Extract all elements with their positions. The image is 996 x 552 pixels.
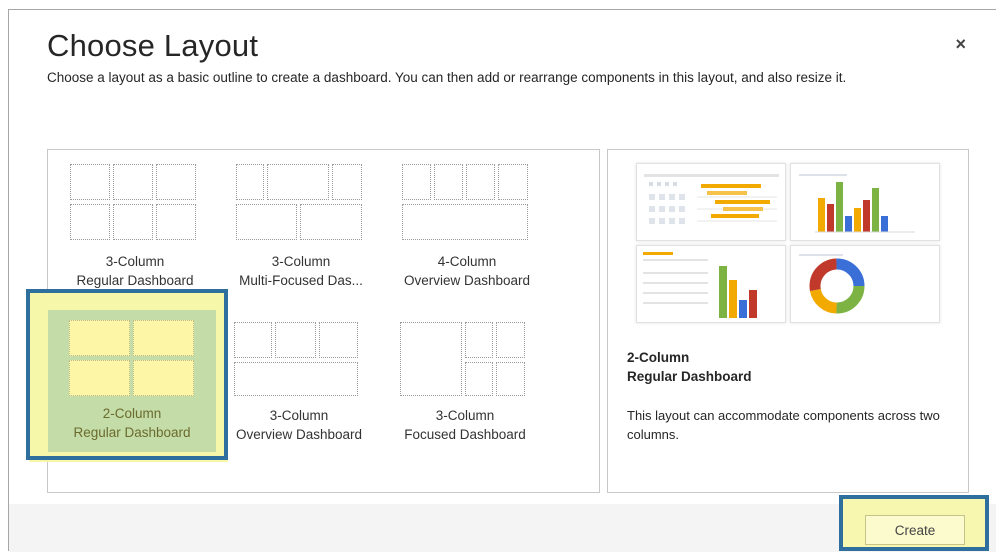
layout-thumbnail xyxy=(236,164,364,244)
choose-layout-dialog: Choose Layout × Choose a layout as a bas… xyxy=(8,9,996,552)
preview-card-bar-chart xyxy=(790,163,940,241)
layout-label: 4-Column Overview Dashboard xyxy=(403,254,531,288)
layout-label: 2-Column Regular Dashboard xyxy=(73,406,191,440)
create-button-highlight: Create xyxy=(839,495,989,551)
dialog-subtitle: Choose a layout as a basic outline to cr… xyxy=(47,70,847,85)
layout-thumbnail xyxy=(400,322,528,402)
close-icon[interactable]: × xyxy=(955,34,966,55)
preview-list-chart-graphic xyxy=(643,252,757,318)
create-button[interactable]: Create xyxy=(865,515,965,545)
layout-label: 3-Column Focused Dashboard xyxy=(404,408,526,442)
layout-tile-3col-regular[interactable]: 3-Column Regular Dashboard xyxy=(50,158,220,298)
layout-tile-2col-regular[interactable]: 2-Column Regular Dashboard xyxy=(48,310,216,452)
preview-donut-graphic xyxy=(799,254,865,314)
preview-bar-chart-graphic xyxy=(799,174,915,233)
layout-label: 3-Column Multi-Focused Das... xyxy=(239,254,363,288)
layout-gallery: 3-Column Regular Dashboard 3-Column Mult… xyxy=(29,149,600,493)
layout-tile-4col-overview[interactable]: 4-Column Overview Dashboard xyxy=(382,158,552,298)
layout-label: 3-Column Overview Dashboard xyxy=(235,408,363,442)
layout-thumbnail xyxy=(402,164,530,244)
preview-card-donut xyxy=(790,245,940,323)
preview-table-graphic xyxy=(644,174,779,224)
layout-tile-3col-overview[interactable]: 3-Column Overview Dashboard xyxy=(214,316,384,456)
layout-tile-3col-multi-focused[interactable]: 3-Column Multi-Focused Das... xyxy=(216,158,386,298)
preview-layout-description: This layout can accommodate components a… xyxy=(627,408,940,442)
layout-tile-3col-focused[interactable]: 3-Column Focused Dashboard xyxy=(380,316,550,456)
layout-preview-panel: 2-Column Regular Dashboard This layout c… xyxy=(607,149,969,493)
preview-layout-name: 2-Column Regular Dashboard xyxy=(627,350,752,384)
dialog-title: Choose Layout xyxy=(47,28,259,63)
layout-thumbnail xyxy=(234,322,362,402)
layout-label: 3-Column Regular Dashboard xyxy=(76,254,194,288)
preview-card-table xyxy=(636,163,786,241)
layout-thumbnail xyxy=(70,164,198,244)
layout-thumbnail xyxy=(69,320,197,400)
preview-card-list-chart xyxy=(636,245,786,323)
